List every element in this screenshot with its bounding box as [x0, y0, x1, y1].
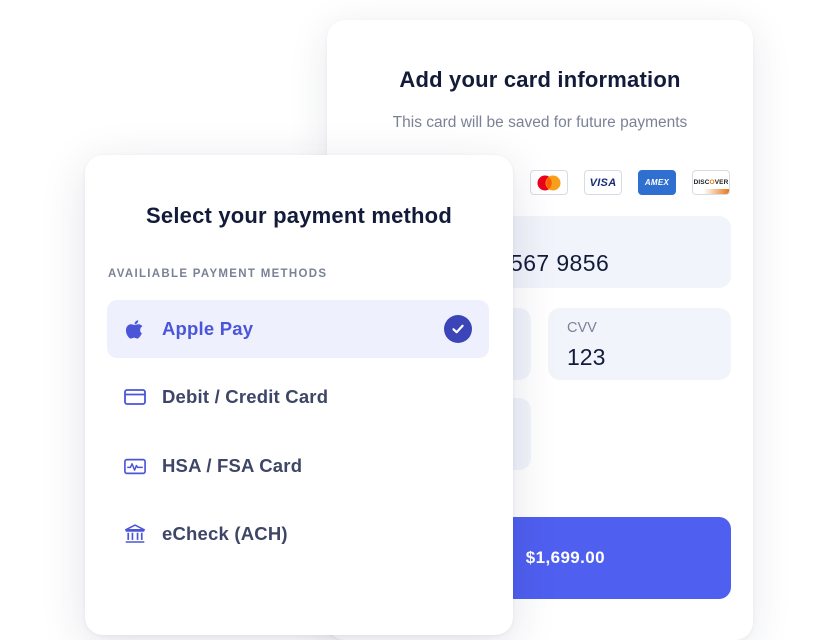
card-number-field[interactable]: 567 9856 [500, 216, 731, 288]
card-info-title: Add your card information [399, 67, 681, 92]
method-label-debit-credit: Debit / Credit Card [162, 386, 329, 407]
mastercard-icon [530, 170, 568, 195]
visa-icon: VISA [584, 170, 622, 195]
method-apple-pay[interactable]: Apple Pay [107, 300, 489, 358]
payment-method-panel: Select your payment method AVAILIABLE PA… [85, 155, 513, 635]
discover-icon: DISCOVER [692, 170, 730, 195]
method-label-apple-pay: Apple Pay [162, 318, 254, 339]
apple-icon [124, 318, 146, 340]
amex-icon: AMEX [638, 170, 676, 195]
section-label: AVAILIABLE PAYMENT METHODS [108, 268, 328, 280]
amex-text: AMEX [644, 178, 670, 187]
payment-method-title: Select your payment method [146, 203, 452, 228]
card-info-subtitle: This card will be saved for future payme… [392, 114, 688, 131]
discover-stripe [693, 189, 729, 194]
discover-text: DISCOVER [693, 179, 729, 186]
health-card-icon [124, 455, 146, 477]
card-number-value: 567 9856 [510, 250, 610, 276]
pay-button[interactable]: $1,699.00 [477, 517, 731, 599]
visa-text: VISA [589, 176, 617, 189]
check-icon [444, 315, 472, 343]
method-echeck-ach[interactable]: eCheck (ACH) [107, 505, 489, 563]
method-label-echeck: eCheck (ACH) [162, 523, 288, 544]
method-debit-credit-card[interactable]: Debit / Credit Card [107, 368, 489, 426]
cvv-value: 123 [567, 344, 606, 370]
bank-icon [124, 523, 146, 545]
cvv-field[interactable]: CVV 123 [548, 308, 731, 380]
method-label-hsa-fsa: HSA / FSA Card [162, 455, 303, 476]
method-hsa-fsa-card[interactable]: HSA / FSA Card [107, 437, 489, 495]
cvv-label: CVV [567, 320, 597, 336]
credit-card-icon [124, 386, 146, 408]
